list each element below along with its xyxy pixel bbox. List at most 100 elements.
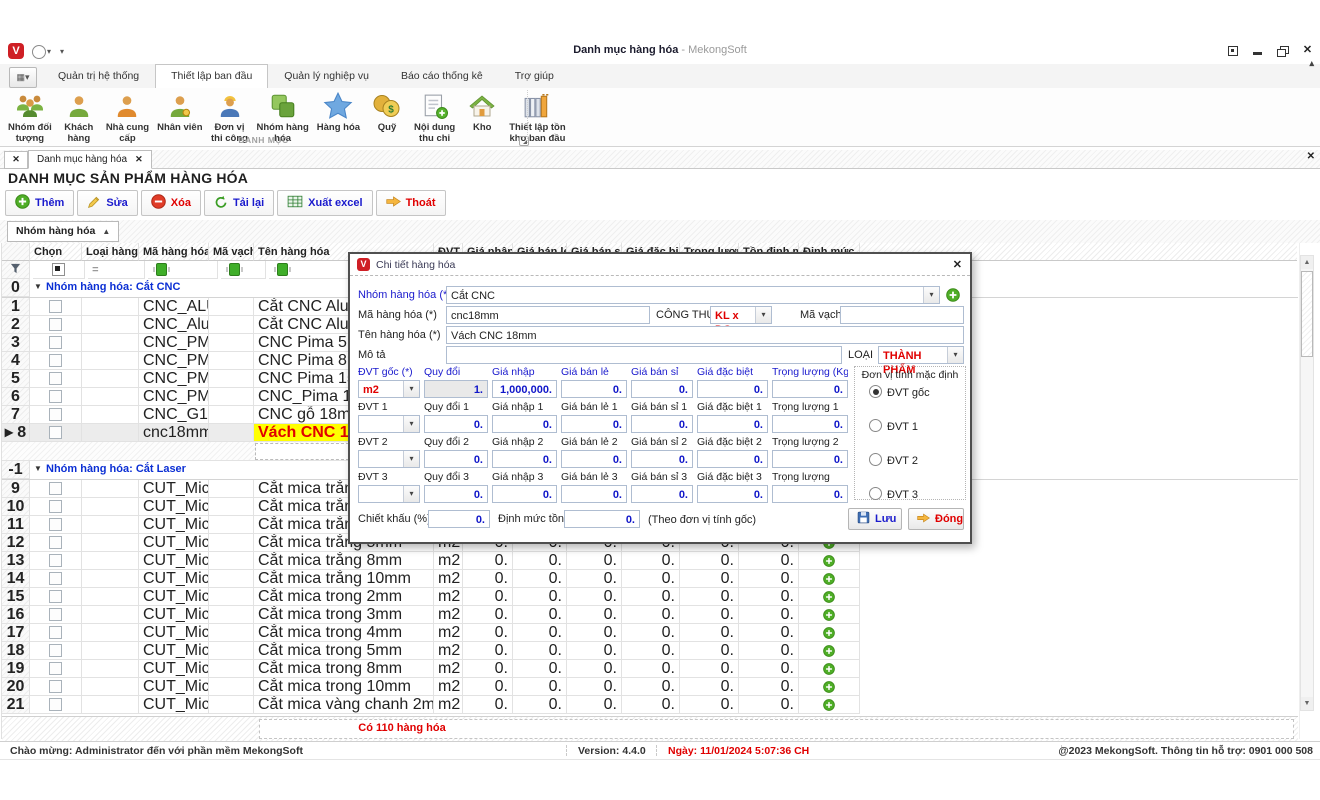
default-unit-radio-2[interactable]: ĐVT 2 — [869, 453, 930, 487]
price-field[interactable]: 0. — [631, 380, 693, 398]
row-checkbox[interactable] — [49, 590, 62, 603]
row-add-button[interactable] — [823, 606, 835, 623]
col-header[interactable]: Loại hàng hóa — [82, 243, 139, 261]
row-checkbox[interactable] — [49, 644, 62, 657]
scroll-down-icon[interactable]: ▼ — [1301, 697, 1313, 710]
row-checkbox[interactable] — [49, 680, 62, 693]
price-field[interactable]: 0. — [561, 380, 627, 398]
price-field[interactable]: 0. — [561, 415, 627, 433]
save-button[interactable]: Lưu — [848, 508, 902, 530]
ribbon-tab-1[interactable]: Thiết lập ban đầu — [155, 64, 268, 89]
price-field[interactable]: 0. — [631, 415, 693, 433]
formula-combo[interactable]: KL x ĐG▾ — [710, 306, 772, 324]
barcode-input[interactable] — [840, 306, 964, 324]
toolbar-button-0[interactable]: Thêm — [5, 190, 74, 216]
price-field[interactable]: 0. — [697, 415, 768, 433]
row-add-button[interactable] — [823, 642, 835, 659]
text-filter-icon[interactable] — [277, 263, 288, 276]
price-field[interactable]: 0. — [772, 380, 848, 398]
price-field[interactable]: 0. — [492, 485, 557, 503]
filter-equals-icon[interactable]: = — [88, 261, 145, 279]
toolbar-button-3[interactable]: Tải lại — [204, 190, 274, 216]
row-checkbox[interactable] — [49, 554, 62, 567]
chevron-down-icon[interactable]: ▾ — [403, 451, 419, 467]
ribbon-item-9[interactable]: Kho — [459, 90, 505, 134]
ribbon-item-3[interactable]: Nhân viên — [153, 90, 206, 134]
price-field[interactable]: 0. — [424, 450, 488, 468]
ribbon-app-button[interactable]: ▦▾ — [9, 67, 37, 88]
tab-danh-muc-hang-hoa[interactable]: Danh mục hàng hóa✕ — [28, 150, 152, 169]
collapse-group-icon[interactable]: ▼ — [34, 282, 42, 291]
price-field[interactable]: 0. — [561, 485, 627, 503]
group-by-button[interactable]: Nhóm hàng hóa▲ — [7, 221, 119, 242]
row-add-button[interactable] — [823, 660, 835, 677]
row-checkbox[interactable] — [49, 336, 62, 349]
table-row[interactable]: 19CUT_Mica TO8Cắt mica trong 8mmm20.0.0.… — [2, 660, 1299, 678]
select-all-filter-icon[interactable] — [52, 263, 65, 276]
price-field[interactable]: 1,000,000. — [492, 380, 557, 398]
row-checkbox[interactable] — [49, 518, 62, 531]
row-checkbox[interactable] — [49, 318, 62, 331]
row-checkbox[interactable] — [49, 372, 62, 385]
table-row[interactable]: 17CUT_Mica TO4Cắt mica trong 4mmm20.0.0.… — [2, 624, 1299, 642]
unit-combo[interactable]: ▾ — [358, 415, 420, 433]
row-checkbox[interactable] — [49, 354, 62, 367]
table-row[interactable]: 15CUT_Mica TO2Cắt mica trong 2mmm20.0.0.… — [2, 588, 1299, 606]
name-input[interactable]: Vách CNC 18mm — [446, 326, 964, 344]
col-header[interactable]: Chọn — [30, 243, 82, 261]
ribbon-tab-2[interactable]: Quản lý nghiệp vụ — [268, 64, 385, 89]
col-header[interactable]: Mã hàng hóa — [139, 243, 209, 261]
fullscreen-icon[interactable] — [1226, 44, 1239, 57]
close-dialog-button[interactable]: Đóng — [908, 508, 964, 530]
vertical-scrollbar[interactable]: ▲ ▼ — [1300, 255, 1314, 711]
table-row[interactable]: 20CUT_Mica TO...Cắt mica trong 10mmm20.0… — [2, 678, 1299, 696]
tab-close-icon[interactable]: ✕ — [135, 154, 143, 164]
row-add-button[interactable] — [823, 552, 835, 569]
close-all-tabs-icon[interactable]: ✕ — [4, 151, 28, 169]
price-field[interactable]: 0. — [772, 485, 848, 503]
row-checkbox[interactable] — [49, 426, 62, 439]
restore-icon[interactable] — [1276, 44, 1289, 57]
chevron-down-icon[interactable]: ▾ — [403, 381, 419, 397]
close-tabstrip-icon[interactable]: ✕ — [1307, 151, 1315, 162]
unit-combo[interactable]: ▾ — [358, 450, 420, 468]
desc-input[interactable] — [446, 346, 842, 364]
stock-norm-input[interactable]: 0. — [564, 510, 640, 528]
price-field[interactable]: 0. — [772, 415, 848, 433]
add-group-button[interactable] — [946, 288, 960, 307]
chevron-down-icon[interactable]: ▾ — [403, 416, 419, 432]
unit-combo[interactable]: m2▾ — [358, 380, 420, 398]
row-checkbox[interactable] — [49, 662, 62, 675]
ribbon-item-6[interactable]: Hàng hóa — [313, 90, 364, 134]
row-add-button[interactable] — [823, 696, 835, 713]
price-field[interactable]: 0. — [772, 450, 848, 468]
row-checkbox[interactable] — [49, 300, 62, 313]
default-unit-radio-0[interactable]: ĐVT gốc — [869, 385, 930, 419]
row-add-button[interactable] — [823, 570, 835, 587]
row-checkbox[interactable] — [49, 390, 62, 403]
toolbar-button-1[interactable]: Sửa — [77, 190, 137, 216]
toolbar-button-5[interactable]: Thoát — [376, 190, 446, 216]
ribbon-tab-4[interactable]: Trợ giúp — [499, 64, 570, 89]
close-icon[interactable]: ✕ — [1301, 44, 1314, 57]
text-filter-icon[interactable] — [156, 263, 167, 276]
price-field[interactable]: 0. — [697, 485, 768, 503]
table-row[interactable]: 18CUT_Mica TO5Cắt mica trong 5mmm20.0.0.… — [2, 642, 1299, 660]
row-checkbox[interactable] — [49, 500, 62, 513]
price-field[interactable]: 0. — [424, 485, 488, 503]
ribbon-tab-0[interactable]: Quản trị hệ thống — [42, 64, 155, 89]
group-combo[interactable]: Cắt CNC▾ — [446, 286, 940, 304]
filter-funnel-icon[interactable] — [2, 261, 30, 279]
col-header[interactable]: Mã vạch — [209, 243, 254, 261]
price-field[interactable]: 0. — [561, 450, 627, 468]
ribbon-tab-3[interactable]: Báo cáo thống kê — [385, 64, 499, 89]
price-field[interactable]: 0. — [492, 450, 557, 468]
toolbar-button-2[interactable]: Xóa — [141, 190, 201, 216]
code-input[interactable]: cnc18mm — [446, 306, 650, 324]
minimize-icon[interactable] — [1251, 44, 1264, 57]
toolbar-button-4[interactable]: Xuất excel — [277, 190, 372, 216]
scroll-up-icon[interactable]: ▲ — [1301, 256, 1313, 269]
ribbon-collapse-icon[interactable]: ▴ — [1309, 58, 1314, 69]
row-checkbox[interactable] — [49, 608, 62, 621]
row-add-button[interactable] — [823, 624, 835, 641]
